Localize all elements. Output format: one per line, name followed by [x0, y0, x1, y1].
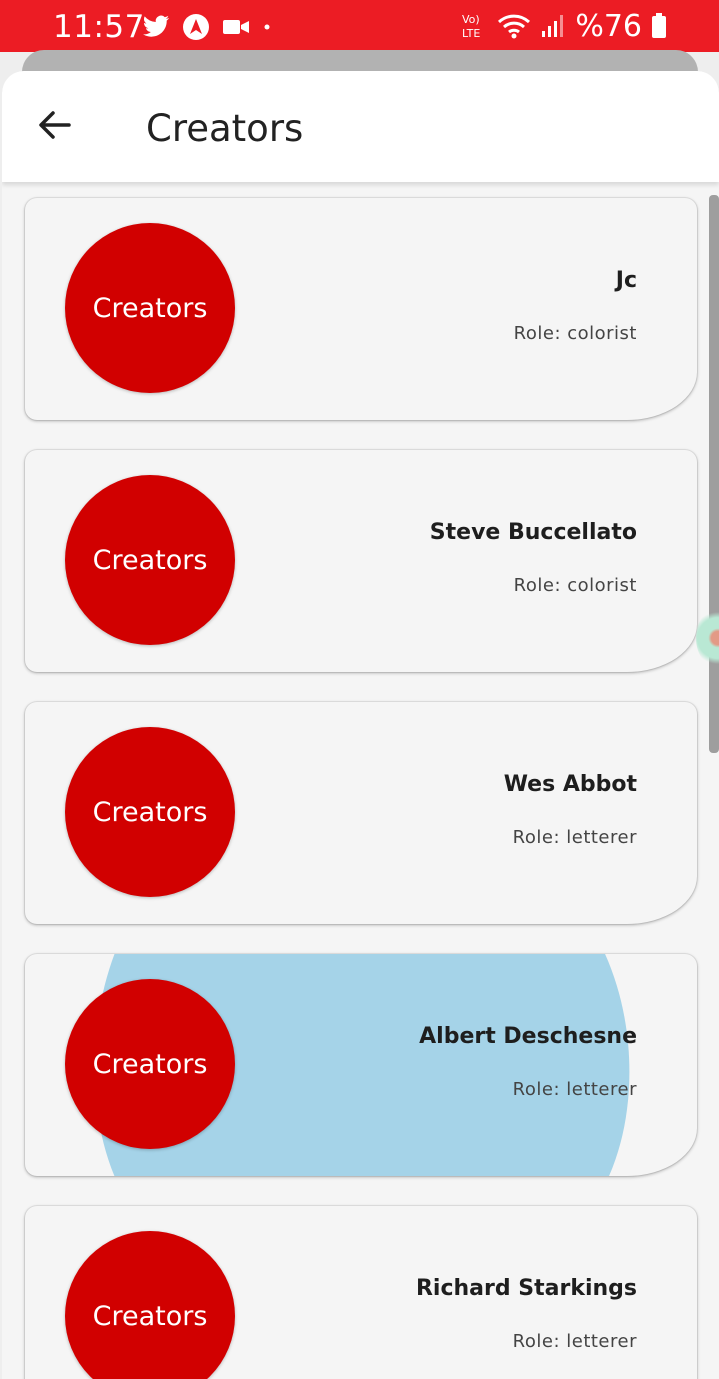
- creator-card[interactable]: Creators Albert Deschesne Role: letterer: [25, 954, 697, 1176]
- svg-text:Vo): Vo): [462, 13, 480, 26]
- dot-icon: [264, 24, 270, 30]
- volte-icon: Vo) LTE: [462, 13, 480, 40]
- creator-role: Role: colorist: [513, 575, 637, 596]
- creator-card[interactable]: Creators Wes Abbot Role: letterer: [25, 702, 697, 924]
- status-left-icons: [142, 12, 272, 42]
- creator-name: Albert Deschesne: [419, 1024, 637, 1049]
- battery-icon: [652, 13, 666, 38]
- creator-card[interactable]: Creators Richard Starkings Role: lettere…: [25, 1206, 697, 1379]
- creator-card[interactable]: Creators Jc Role: colorist: [25, 198, 697, 420]
- page-title: Creators: [146, 107, 304, 150]
- status-right-icons: Vo) LTE %76: [460, 8, 667, 44]
- creator-role: Role: colorist: [513, 323, 637, 344]
- creators-list[interactable]: Creators Jc Role: colorist Creators Stev…: [2, 182, 719, 1379]
- creator-name: Steve Buccellato: [429, 520, 637, 545]
- creator-name: Wes Abbot: [503, 772, 637, 797]
- creator-avatar: Creators: [65, 979, 235, 1149]
- app-bar: Creators: [2, 71, 719, 182]
- scrollbar[interactable]: [709, 195, 719, 753]
- creator-avatar: Creators: [65, 727, 235, 897]
- creator-role: Role: letterer: [512, 827, 637, 848]
- signal-icon: [542, 15, 564, 37]
- status-bar: 11:57 Vo) LTE %76: [0, 0, 719, 52]
- creator-role: Role: letterer: [512, 1331, 637, 1352]
- back-button[interactable]: [30, 101, 78, 149]
- navigation-icon: [183, 14, 209, 40]
- arrow-left-icon: [39, 111, 71, 139]
- svg-text:LTE: LTE: [462, 27, 480, 40]
- creator-avatar: Creators: [65, 1231, 235, 1379]
- wifi-icon: [498, 14, 531, 39]
- creator-avatar: Creators: [65, 475, 235, 645]
- creator-name: Richard Starkings: [415, 1276, 637, 1301]
- video-icon: [223, 20, 249, 34]
- twitter-icon: [143, 15, 170, 37]
- creators-sheet: Creators Creators Jc Role: colorist Crea…: [2, 71, 719, 1379]
- creator-name: Jc: [615, 268, 637, 293]
- creator-role: Role: letterer: [512, 1079, 637, 1100]
- creator-card[interactable]: Creators Steve Buccellato Role: colorist: [25, 450, 697, 672]
- battery-level: %76: [575, 8, 642, 44]
- creator-avatar: Creators: [65, 223, 235, 393]
- status-time: 11:57: [53, 9, 145, 45]
